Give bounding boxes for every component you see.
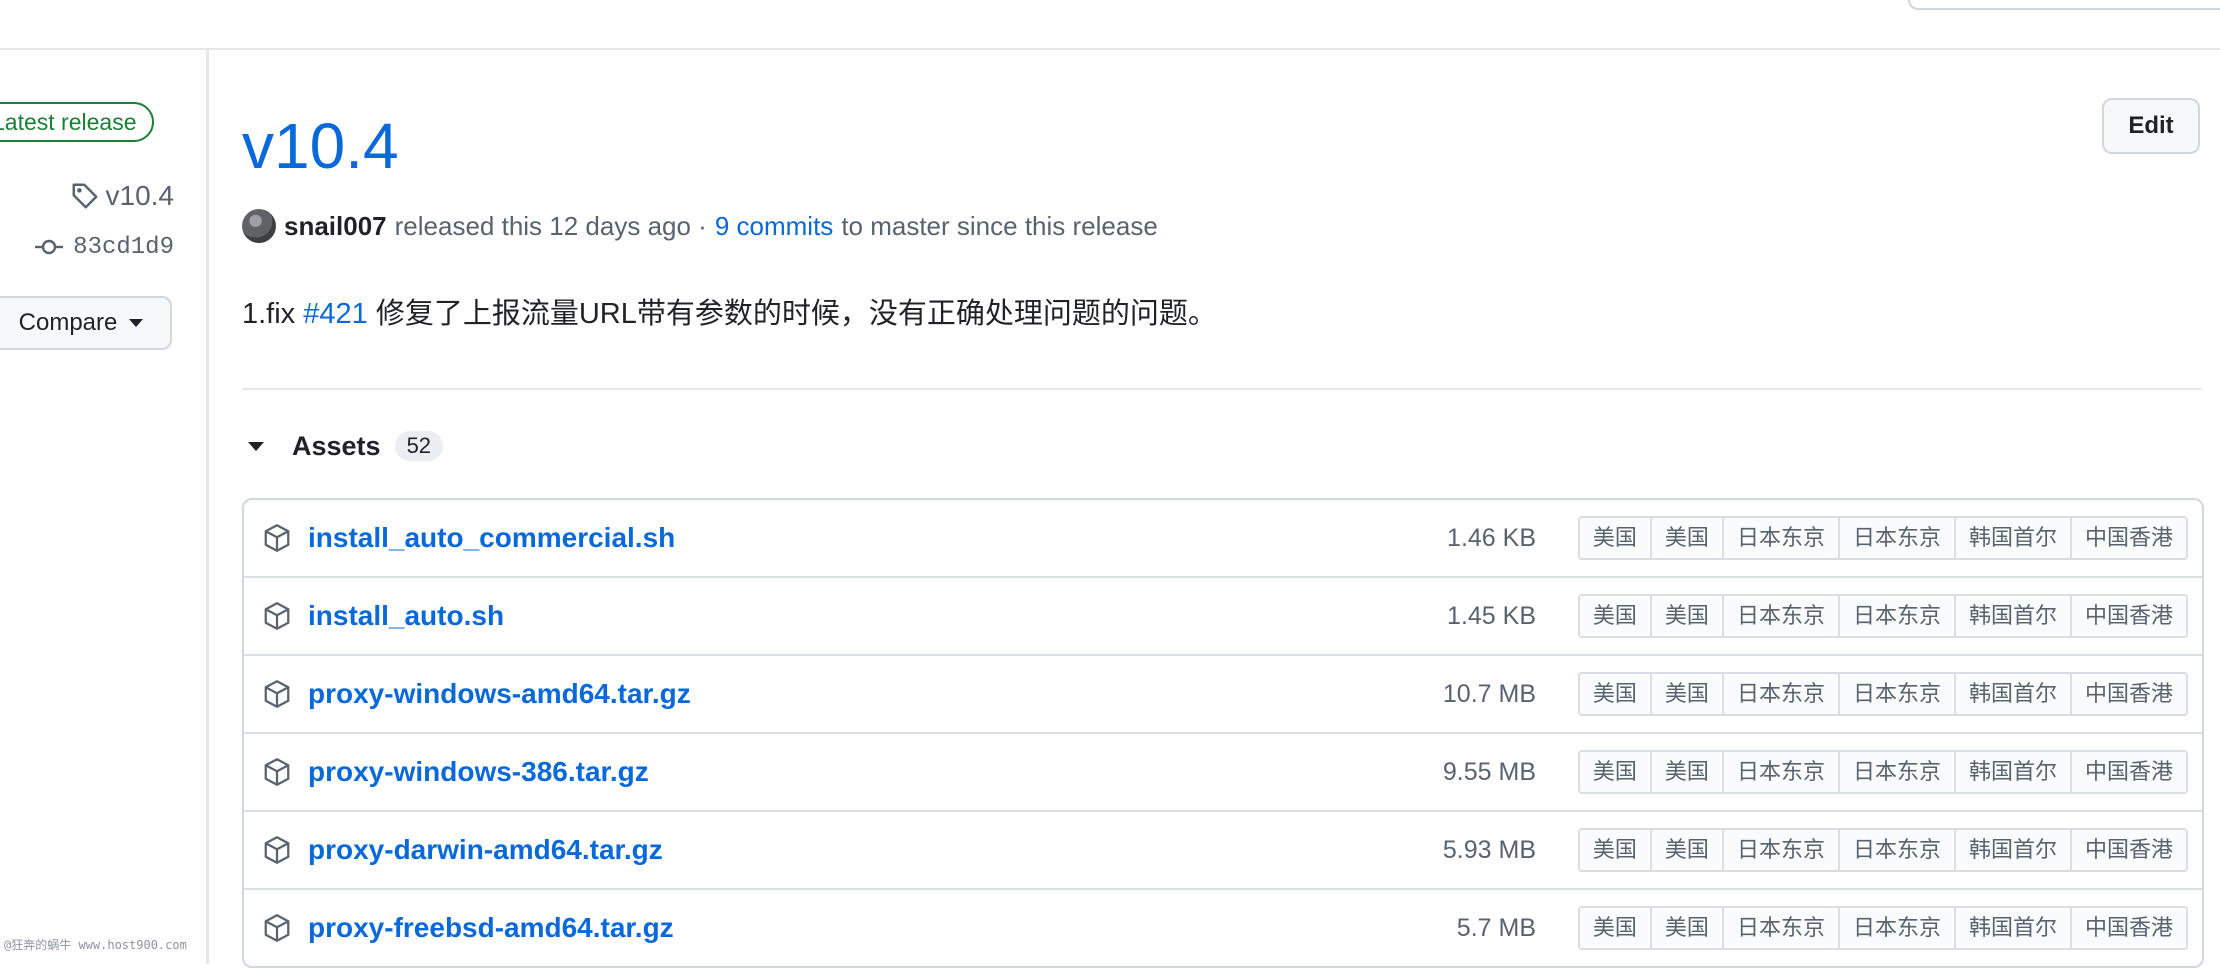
mirror-link-seoul[interactable]: 韩国首尔 (1955, 752, 2072, 792)
asset-row: proxy-darwin-amd64.tar.gz 5.93 MB 美国 美国 … (244, 812, 2202, 890)
mirror-link-tokyo-1[interactable]: 日本东京 (1723, 674, 1840, 714)
mirror-link-tokyo-1[interactable]: 日本东京 (1723, 518, 1840, 558)
mirror-links: 美国 美国 日本东京 日本东京 韩国首尔 中国香港 (1577, 906, 2188, 950)
mirror-link-us-2[interactable]: 美国 (1651, 674, 1724, 714)
mirror-links: 美国 美国 日本东京 日本东京 韩国首尔 中国香港 (1577, 672, 2188, 716)
release-commit-link[interactable]: 83cd1d9 (35, 228, 174, 266)
asset-download-link[interactable]: proxy-windows-386.tar.gz (308, 756, 649, 788)
mirror-link-seoul[interactable]: 韩国首尔 (1955, 596, 2072, 636)
caret-down-icon (129, 319, 144, 327)
package-icon (264, 758, 290, 786)
mirror-link-us-2[interactable]: 美国 (1651, 596, 1724, 636)
package-icon (264, 524, 290, 552)
package-icon (264, 680, 290, 708)
mirror-link-hongkong[interactable]: 中国香港 (2071, 596, 2186, 636)
release-tag-label: v10.4 (105, 180, 175, 211)
asset-size: 5.93 MB (1442, 836, 1536, 864)
mirror-link-hongkong[interactable]: 中国香港 (2071, 830, 2186, 870)
release-meta: snail007 released this 12 days ago · 9 c… (242, 206, 1158, 246)
mirror-link-us-1[interactable]: 美国 (1579, 518, 1652, 558)
triangle-down-icon (248, 441, 264, 451)
top-header-bar (0, 0, 2220, 50)
edit-release-button[interactable]: Edit (2102, 98, 2200, 154)
mirror-links: 美国 美国 日本东京 日本东京 韩国首尔 中国香港 (1577, 750, 2188, 794)
mirror-link-us-2[interactable]: 美国 (1651, 830, 1724, 870)
mirror-link-seoul[interactable]: 韩国首尔 (1955, 518, 2072, 558)
mirror-link-seoul[interactable]: 韩国首尔 (1955, 830, 2072, 870)
asset-row: proxy-freebsd-amd64.tar.gz 5.7 MB 美国 美国 … (244, 890, 2202, 966)
asset-list: install_auto_commercial.sh 1.46 KB 美国 美国… (242, 498, 2204, 968)
release-title[interactable]: v10.4 (242, 106, 399, 186)
mirror-link-hongkong[interactable]: 中国香港 (2071, 908, 2186, 948)
mirror-link-us-1[interactable]: 美国 (1579, 596, 1652, 636)
mirror-link-us-2[interactable]: 美国 (1651, 908, 1724, 948)
notes-text: 修复了上报流量URL带有参数的时候，没有正确处理问题的问题。 (375, 298, 1217, 330)
mirror-link-hongkong[interactable]: 中国香港 (2071, 752, 2186, 792)
commit-sha: 83cd1d9 (73, 233, 174, 261)
asset-download-link[interactable]: install_auto.sh (308, 600, 504, 632)
issue-link[interactable]: #421 (303, 298, 368, 330)
mirror-link-us-1[interactable]: 美国 (1579, 752, 1652, 792)
mirror-link-hongkong[interactable]: 中国香港 (2071, 518, 2186, 558)
mirror-links: 美国 美国 日本东京 日本东京 韩国首尔 中国香港 (1577, 828, 2188, 872)
mirror-link-tokyo-1[interactable]: 日本东京 (1723, 596, 1840, 636)
asset-download-link[interactable]: proxy-windows-amd64.tar.gz (308, 678, 691, 710)
divider (242, 388, 2202, 390)
mirror-link-tokyo-1[interactable]: 日本东京 (1723, 752, 1840, 792)
mirror-link-us-1[interactable]: 美国 (1579, 908, 1652, 948)
mirror-link-us-1[interactable]: 美国 (1579, 674, 1652, 714)
mirror-link-tokyo-2[interactable]: 日本东京 (1839, 908, 1956, 948)
mirror-link-tokyo-2[interactable]: 日本东京 (1839, 830, 1956, 870)
released-text: released this 12 days ago · (394, 210, 707, 241)
mirror-link-tokyo-2[interactable]: 日本东京 (1839, 596, 1956, 636)
package-icon (264, 914, 290, 942)
mirror-link-tokyo-1[interactable]: 日本东京 (1723, 830, 1840, 870)
release-sidebar: Latest release v10.4 83cd1d9 Compare (0, 50, 209, 964)
mirror-link-tokyo-2[interactable]: 日本东京 (1839, 752, 1956, 792)
asset-row: install_auto.sh 1.45 KB 美国 美国 日本东京 日本东京 … (244, 578, 2202, 656)
assets-title: Assets (292, 430, 381, 461)
asset-row: proxy-windows-amd64.tar.gz 10.7 MB 美国 美国… (244, 656, 2202, 734)
notes-prefix: 1.fix (242, 298, 296, 330)
watermark-text: @狂奔的蜗牛 www.host900.com (4, 938, 187, 952)
asset-size: 5.7 MB (1456, 914, 1536, 942)
mirror-link-tokyo-2[interactable]: 日本东京 (1839, 674, 1956, 714)
mirror-link-hongkong[interactable]: 中国香港 (2071, 674, 2186, 714)
package-icon (264, 836, 290, 864)
compare-label: Compare (18, 309, 118, 336)
mirror-link-tokyo-2[interactable]: 日本东京 (1839, 518, 1956, 558)
asset-size: 10.7 MB (1442, 680, 1536, 708)
mirror-link-seoul[interactable]: 韩国首尔 (1955, 674, 2072, 714)
author-link[interactable]: snail007 (284, 211, 387, 242)
compare-dropdown-button[interactable]: Compare (0, 296, 172, 350)
asset-size: 9.55 MB (1442, 758, 1536, 786)
asset-size: 1.45 KB (1447, 602, 1536, 630)
release-notes: 1.fix #421 修复了上报流量URL带有参数的时候，没有正确处理问题的问题… (242, 290, 1217, 332)
package-icon (264, 602, 290, 630)
mirror-links: 美国 美国 日本东京 日本东京 韩国首尔 中国香港 (1577, 516, 2188, 560)
asset-size: 1.46 KB (1447, 524, 1536, 552)
commit-icon (35, 239, 64, 255)
asset-row: install_auto_commercial.sh 1.46 KB 美国 美国… (244, 500, 2202, 578)
since-text: to master since this release (841, 210, 1158, 241)
asset-download-link[interactable]: proxy-darwin-amd64.tar.gz (308, 834, 663, 866)
mirror-link-us-1[interactable]: 美国 (1579, 830, 1652, 870)
mirror-link-seoul[interactable]: 韩国首尔 (1955, 908, 2072, 948)
mirror-links: 美国 美国 日本东京 日本东京 韩国首尔 中国香港 (1577, 594, 2188, 638)
asset-download-link[interactable]: install_auto_commercial.sh (308, 522, 675, 554)
asset-download-link[interactable]: proxy-freebsd-amd64.tar.gz (308, 912, 674, 944)
avatar[interactable] (242, 209, 276, 243)
assets-count-badge: 52 (394, 431, 444, 461)
asset-row: proxy-windows-386.tar.gz 9.55 MB 美国 美国 日… (244, 734, 2202, 812)
mirror-link-us-2[interactable]: 美国 (1651, 752, 1724, 792)
release-tag-link[interactable]: v10.4 (70, 176, 175, 216)
mirror-link-us-2[interactable]: 美国 (1651, 518, 1724, 558)
commits-link[interactable]: 9 commits (715, 211, 833, 242)
header-search-input[interactable] (1908, 0, 2220, 10)
tag-icon (72, 183, 97, 209)
mirror-link-tokyo-1[interactable]: 日本东京 (1723, 908, 1840, 948)
latest-release-badge: Latest release (0, 102, 155, 142)
assets-toggle[interactable]: Assets 52 (248, 424, 444, 468)
